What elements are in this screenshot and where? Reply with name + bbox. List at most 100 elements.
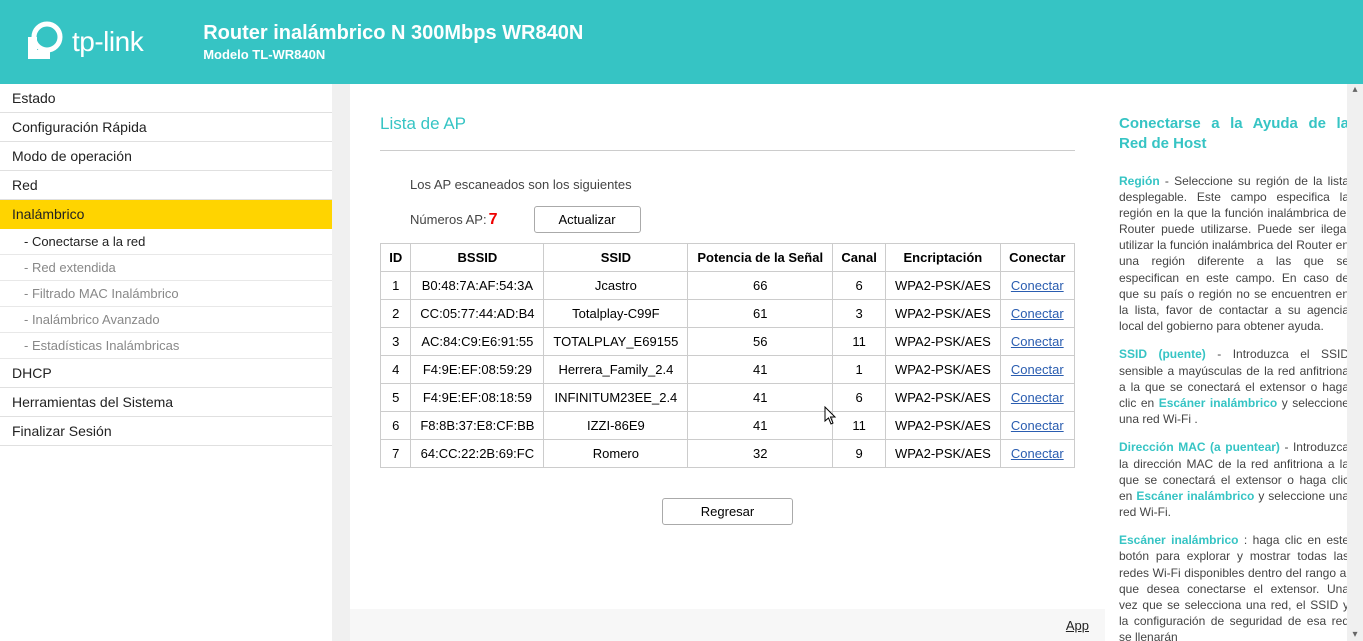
- table-header-row: ID BSSID SSID Potencia de la Señal Canal…: [381, 244, 1075, 272]
- cell-channel: 11: [833, 412, 886, 440]
- product-title: Router inalámbrico N 300Mbps WR840N: [203, 22, 583, 45]
- table-row: 3AC:84:C9:E6:91:55TOTALPLAY_E691555611WP…: [381, 328, 1075, 356]
- table-row: 764:CC:22:2B:69:FCRomero329WPA2-PSK/AES C…: [381, 440, 1075, 468]
- sidebar-item-dhcp[interactable]: DHCP: [0, 359, 332, 388]
- header: tp-link Router inalámbrico N 300Mbps WR8…: [0, 0, 1363, 84]
- help-mac: Dirección MAC (a puentear) - Introduzca …: [1119, 439, 1349, 520]
- cell-ssid: INFINITUM23EE_2.4: [544, 384, 688, 412]
- back-button[interactable]: Regresar: [662, 498, 793, 525]
- table-row: 6F8:8B:37:E8:CF:BBIZZI-86E94111WPA2-PSK/…: [381, 412, 1075, 440]
- cell-enc: WPA2-PSK/AES: [886, 384, 1000, 412]
- cell-id: 2: [381, 300, 411, 328]
- help-title: Conectarse a la Ayuda de la Red de Host: [1119, 114, 1349, 155]
- ap-count-value: 7: [489, 211, 498, 229]
- cell-channel: 6: [833, 384, 886, 412]
- sidebar-sub-filtrado-mac[interactable]: - Filtrado MAC Inalámbrico: [0, 281, 332, 307]
- cell-ssid: Romero: [544, 440, 688, 468]
- sidebar-item-herramientas[interactable]: Herramientas del Sistema: [0, 388, 332, 417]
- cell-channel: 1: [833, 356, 886, 384]
- footer-bar: App: [350, 609, 1105, 641]
- help-scanner: Escáner inalámbrico : haga clic en este …: [1119, 532, 1349, 641]
- sidebar: Estado Configuración Rápida Modo de oper…: [0, 84, 332, 641]
- cell-ssid: Herrera_Family_2.4: [544, 356, 688, 384]
- cell-id: 7: [381, 440, 411, 468]
- th-signal: Potencia de la Señal: [688, 244, 833, 272]
- sidebar-sub-red-extendida[interactable]: - Red extendida: [0, 255, 332, 281]
- cell-signal: 56: [688, 328, 833, 356]
- product-model: Modelo TL-WR840N: [203, 47, 583, 62]
- connect-link[interactable]: Conectar: [1011, 446, 1064, 461]
- sidebar-item-finalizar[interactable]: Finalizar Sesión: [0, 417, 332, 446]
- cell-bssid: F4:9E:EF:08:18:59: [411, 384, 544, 412]
- page-title: Lista de AP: [380, 114, 1075, 151]
- connect-link[interactable]: Conectar: [1011, 390, 1064, 405]
- scroll-down-icon[interactable]: ▾: [1349, 629, 1361, 641]
- header-title-block: Router inalámbrico N 300Mbps WR840N Mode…: [203, 22, 583, 62]
- table-row: 4F4:9E:EF:08:59:29Herrera_Family_2.4411W…: [381, 356, 1075, 384]
- app-link[interactable]: App: [1066, 618, 1089, 633]
- cell-id: 5: [381, 384, 411, 412]
- cell-id: 4: [381, 356, 411, 384]
- th-channel: Canal: [833, 244, 886, 272]
- th-id: ID: [381, 244, 411, 272]
- connect-link[interactable]: Conectar: [1011, 278, 1064, 293]
- sidebar-item-estado[interactable]: Estado: [0, 84, 332, 113]
- tp-link-icon: [20, 20, 64, 64]
- refresh-button[interactable]: Actualizar: [534, 206, 641, 233]
- brand-text: tp-link: [72, 26, 143, 58]
- ap-table: ID BSSID SSID Potencia de la Señal Canal…: [380, 243, 1075, 468]
- cell-enc: WPA2-PSK/AES: [886, 300, 1000, 328]
- help-ssid: SSID (puente) - Introduzca el SSID sensi…: [1119, 346, 1349, 427]
- sidebar-item-inalambrico[interactable]: Inalámbrico: [0, 200, 332, 229]
- brand-logo: tp-link: [20, 20, 143, 64]
- cell-signal: 32: [688, 440, 833, 468]
- cell-channel: 11: [833, 328, 886, 356]
- cell-bssid: F4:9E:EF:08:59:29: [411, 356, 544, 384]
- cell-id: 1: [381, 272, 411, 300]
- scan-result-text: Los AP escaneados son los siguientes: [410, 177, 1075, 192]
- help-panel: Conectarse a la Ayuda de la Red de Host …: [1105, 84, 1363, 641]
- cell-channel: 3: [833, 300, 886, 328]
- cell-bssid: 64:CC:22:2B:69:FC: [411, 440, 544, 468]
- th-bssid: BSSID: [411, 244, 544, 272]
- cell-bssid: AC:84:C9:E6:91:55: [411, 328, 544, 356]
- connect-link[interactable]: Conectar: [1011, 334, 1064, 349]
- cell-bssid: B0:48:7A:AF:54:3A: [411, 272, 544, 300]
- connect-link[interactable]: Conectar: [1011, 362, 1064, 377]
- cell-bssid: F8:8B:37:E8:CF:BB: [411, 412, 544, 440]
- cell-signal: 61: [688, 300, 833, 328]
- cell-channel: 9: [833, 440, 886, 468]
- cell-ssid: IZZI-86E9: [544, 412, 688, 440]
- sidebar-sub-conectarse[interactable]: - Conectarse a la red: [0, 229, 332, 255]
- cell-ssid: TOTALPLAY_E69155: [544, 328, 688, 356]
- cell-signal: 66: [688, 272, 833, 300]
- table-row: 2CC:05:77:44:AD:B4Totalplay-C99F613WPA2-…: [381, 300, 1075, 328]
- help-region: Región - Seleccione su región de la list…: [1119, 173, 1349, 335]
- sidebar-sub-estadisticas[interactable]: - Estadísticas Inalámbricas: [0, 333, 332, 359]
- cell-bssid: CC:05:77:44:AD:B4: [411, 300, 544, 328]
- cell-enc: WPA2-PSK/AES: [886, 272, 1000, 300]
- th-ssid: SSID: [544, 244, 688, 272]
- cell-ssid: Totalplay-C99F: [544, 300, 688, 328]
- scroll-up-icon[interactable]: ▴: [1349, 84, 1361, 96]
- connect-link[interactable]: Conectar: [1011, 306, 1064, 321]
- cell-id: 3: [381, 328, 411, 356]
- sidebar-item-config-rapida[interactable]: Configuración Rápida: [0, 113, 332, 142]
- scrollbar[interactable]: ▴ ▾: [1347, 84, 1363, 641]
- cell-channel: 6: [833, 272, 886, 300]
- cell-id: 6: [381, 412, 411, 440]
- cell-enc: WPA2-PSK/AES: [886, 328, 1000, 356]
- cell-enc: WPA2-PSK/AES: [886, 356, 1000, 384]
- cell-enc: WPA2-PSK/AES: [886, 412, 1000, 440]
- sidebar-item-modo-operacion[interactable]: Modo de operación: [0, 142, 332, 171]
- cell-signal: 41: [688, 412, 833, 440]
- connect-link[interactable]: Conectar: [1011, 418, 1064, 433]
- cell-signal: 41: [688, 384, 833, 412]
- cell-enc: WPA2-PSK/AES: [886, 440, 1000, 468]
- table-row: 5F4:9E:EF:08:18:59INFINITUM23EE_2.4416WP…: [381, 384, 1075, 412]
- sidebar-item-red[interactable]: Red: [0, 171, 332, 200]
- ap-count-label: Números AP:: [410, 212, 487, 227]
- cell-ssid: Jcastro: [544, 272, 688, 300]
- sidebar-sub-avanzado[interactable]: - Inalámbrico Avanzado: [0, 307, 332, 333]
- cell-signal: 41: [688, 356, 833, 384]
